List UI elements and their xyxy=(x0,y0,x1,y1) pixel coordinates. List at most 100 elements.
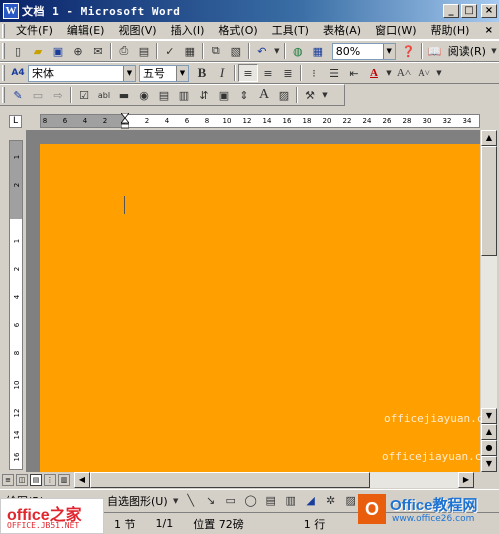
reading-view-icon[interactable]: ▥ xyxy=(58,474,70,486)
chevron-down-icon[interactable]: ▼ xyxy=(123,65,135,81)
menu-help[interactable]: 帮助(H) xyxy=(424,23,477,39)
print-layout-icon[interactable]: ▤ xyxy=(30,474,42,486)
minimize-button[interactable]: _ xyxy=(443,4,459,18)
vertical-ruler[interactable]: 1 2 1 2 4 6 8 10 12 14 16 xyxy=(9,140,23,470)
print-preview-icon[interactable]: ▤ xyxy=(134,42,154,60)
shrink-font-icon[interactable]: A˅ xyxy=(414,64,434,82)
paste-icon[interactable]: ▧ xyxy=(226,42,246,60)
diagram-icon[interactable]: ✲ xyxy=(321,492,341,510)
open-folder-icon[interactable]: ▰ xyxy=(28,42,48,60)
scroll-up-icon[interactable]: ▲ xyxy=(481,130,497,146)
checkbox-icon[interactable]: ☑ xyxy=(74,86,94,104)
menu-window[interactable]: 窗口(W) xyxy=(368,23,423,39)
permission-icon[interactable]: ⊕ xyxy=(68,42,88,60)
table-icon[interactable]: ▦ xyxy=(308,42,328,60)
save-icon[interactable]: ▣ xyxy=(48,42,68,60)
vertical-scrollbar[interactable]: ▲ ▼ ▲ ● ▼ xyxy=(481,130,497,472)
textbox-tool-icon[interactable]: ▤ xyxy=(261,492,281,510)
vertical-textbox-icon[interactable]: ▥ xyxy=(281,492,301,510)
tab-selector-icon[interactable]: L xyxy=(9,115,22,128)
scroll-down-icon[interactable]: ▼ xyxy=(481,408,497,424)
textbox-icon[interactable]: abl xyxy=(94,86,114,104)
align-left-icon[interactable]: ≡ xyxy=(238,64,258,82)
indent-marker-icon[interactable] xyxy=(120,112,130,129)
undo-icon[interactable]: ↶ xyxy=(252,42,272,60)
close-button[interactable]: × xyxy=(481,4,497,18)
autoshapes-menu[interactable]: 自选图形(U) xyxy=(104,493,171,509)
oval-tool-icon[interactable]: ◯ xyxy=(241,492,261,510)
toolbar-options-icon[interactable]: ▼ xyxy=(320,86,330,104)
menu-edit[interactable]: 编辑(E) xyxy=(60,23,112,39)
web-view-icon[interactable]: ◫ xyxy=(16,474,28,486)
spelling-icon[interactable]: ✓ xyxy=(160,42,180,60)
menu-format[interactable]: 格式(O) xyxy=(211,23,264,39)
word-app-icon[interactable]: W xyxy=(3,3,19,19)
more-controls-icon[interactable]: ⚒ xyxy=(300,86,320,104)
font-select[interactable]: 宋体 ▼ xyxy=(28,64,136,82)
chevron-down-icon[interactable]: ▼ xyxy=(382,43,395,59)
chevron-down-icon[interactable]: ▼ xyxy=(171,492,181,510)
decrease-indent-icon[interactable]: ⇤ xyxy=(344,64,364,82)
horizontal-scroll-thumb[interactable] xyxy=(90,472,370,488)
toolbar-options-icon[interactable]: ▼ xyxy=(434,64,444,82)
command-button-icon[interactable]: ▬ xyxy=(114,86,134,104)
chevron-down-icon[interactable]: ▼ xyxy=(272,42,282,60)
email-icon[interactable]: ✉ xyxy=(88,42,108,60)
numbering-icon[interactable]: ⁝ xyxy=(304,64,324,82)
bullets-icon[interactable]: ☰ xyxy=(324,64,344,82)
chevron-down-icon[interactable]: ▼ xyxy=(176,65,188,81)
image-icon[interactable]: ▨ xyxy=(274,86,294,104)
scroll-right-icon[interactable]: ▶ xyxy=(458,472,474,488)
line-tool-icon[interactable]: ╲ xyxy=(181,492,201,510)
styles-icon[interactable]: A4 xyxy=(8,64,28,82)
reading-layout-icon[interactable]: 📖 xyxy=(425,42,445,60)
italic-button[interactable]: I xyxy=(212,64,232,82)
toolbar-grip[interactable] xyxy=(2,87,5,103)
maximize-button[interactable]: □ xyxy=(461,4,477,18)
browse-object-icon[interactable]: ● xyxy=(481,440,497,456)
previous-page-icon[interactable]: ▲ xyxy=(481,424,497,440)
menu-file[interactable]: 文件(F) xyxy=(9,23,60,39)
normal-view-icon[interactable]: ≡ xyxy=(2,474,14,486)
hyperlink-icon[interactable]: ◍ xyxy=(288,42,308,60)
draw-pen-icon[interactable]: ✎ xyxy=(8,86,28,104)
align-center-icon[interactable]: ≡ xyxy=(258,64,278,82)
menu-tools[interactable]: 工具(T) xyxy=(265,23,316,39)
spin-button-icon[interactable]: ⇕ xyxy=(234,86,254,104)
rectangle-tool-icon[interactable]: ▭ xyxy=(221,492,241,510)
shape-arrow-icon[interactable]: ⇨ xyxy=(48,86,68,104)
toolbar-grip[interactable] xyxy=(2,43,5,59)
scroll-bar-icon[interactable]: ⇵ xyxy=(194,86,214,104)
justify-icon[interactable]: ≣ xyxy=(278,64,298,82)
option-button-icon[interactable]: ◉ xyxy=(134,86,154,104)
combo-box-icon[interactable]: ▥ xyxy=(174,86,194,104)
label-icon[interactable]: A xyxy=(254,86,274,104)
menu-insert[interactable]: 插入(I) xyxy=(164,23,212,39)
arrow-tool-icon[interactable]: ↘ xyxy=(201,492,221,510)
research-icon[interactable]: ▦ xyxy=(180,42,200,60)
new-document-icon[interactable]: ▯ xyxy=(8,42,28,60)
copy-icon[interactable]: ⧉ xyxy=(206,42,226,60)
reading-button[interactable]: 阅读(R) xyxy=(445,43,489,59)
horizontal-scrollbar[interactable]: ◀ ▶ xyxy=(74,472,474,488)
vertical-scroll-thumb[interactable] xyxy=(481,146,497,256)
outline-view-icon[interactable]: ⋮ xyxy=(44,474,56,486)
chevron-down-icon[interactable]: ▼ xyxy=(384,64,394,82)
horizontal-ruler[interactable]: 8 6 4 2 2 4 6 8 10 12 14 16 18 20 22 24 … xyxy=(40,112,480,129)
wordart-icon[interactable]: ◢ xyxy=(301,492,321,510)
font-size-select[interactable]: 五号 ▼ xyxy=(139,64,189,82)
bold-button[interactable]: B xyxy=(192,64,212,82)
toolbar-grip[interactable] xyxy=(2,65,5,81)
menu-table[interactable]: 表格(A) xyxy=(316,23,368,39)
grow-font-icon[interactable]: A˄ xyxy=(394,64,414,82)
document-close-icon[interactable]: × xyxy=(485,25,493,36)
shape-box-icon[interactable]: ▭ xyxy=(28,86,48,104)
scroll-left-icon[interactable]: ◀ xyxy=(74,472,90,488)
zoom-select[interactable]: 80% ▼ xyxy=(331,42,396,60)
font-color-icon[interactable]: A xyxy=(364,64,384,82)
print-icon[interactable]: ⎙ xyxy=(114,42,134,60)
next-page-icon[interactable]: ▼ xyxy=(481,456,497,472)
toolbar-options-icon[interactable]: ▼ xyxy=(489,42,499,60)
menu-view[interactable]: 视图(V) xyxy=(111,23,163,39)
list-box-icon[interactable]: ▤ xyxy=(154,86,174,104)
